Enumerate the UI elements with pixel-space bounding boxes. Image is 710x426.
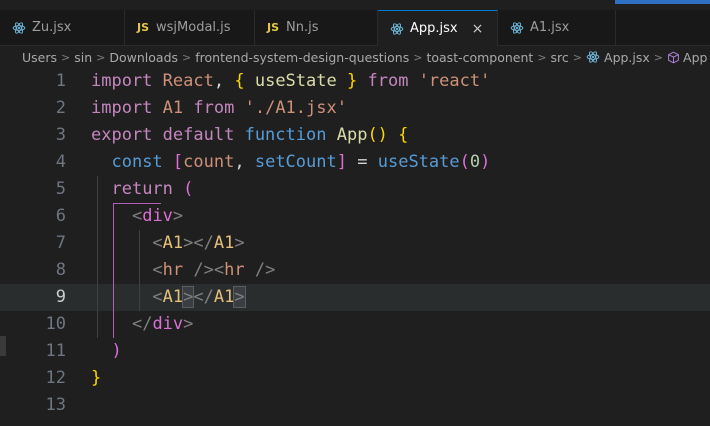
breadcrumb-item[interactable]: App.jsx xyxy=(604,50,650,65)
code-text: <div> xyxy=(131,206,184,226)
code-text: const [count, setCount] = useState(0) xyxy=(111,152,491,172)
js-icon: JS xyxy=(137,21,150,34)
indent-guide-active xyxy=(113,203,161,204)
line-number: 10 xyxy=(45,314,66,334)
code-text: <hr /><hr /> xyxy=(152,260,276,280)
tab-app-jsx[interactable]: App.jsx × xyxy=(378,10,498,46)
tab-label: Nn.js xyxy=(286,20,319,35)
line-number: 11 xyxy=(45,341,66,361)
chevron-right-icon: > xyxy=(572,50,583,64)
react-icon xyxy=(510,21,524,34)
js-icon: JS xyxy=(267,21,280,34)
line-number: 12 xyxy=(45,368,66,388)
breadcrumb-item[interactable]: src xyxy=(551,50,569,65)
chevron-right-icon: > xyxy=(61,50,71,64)
react-icon xyxy=(586,51,600,63)
code-text: ) xyxy=(111,341,122,361)
code-line: 11 ) xyxy=(0,338,710,365)
code-line: 3 export default function App() { xyxy=(0,122,710,149)
chevron-right-icon: > xyxy=(413,50,423,64)
editor-tab-bar: Zu.jsx JS wsjModal.js JS Nn.js App.jsx ×… xyxy=(0,10,710,46)
code-text: export default function App() { xyxy=(91,125,409,145)
breadcrumb-item[interactable]: toast-component xyxy=(426,50,533,65)
close-icon[interactable]: × xyxy=(472,21,484,37)
react-icon xyxy=(390,22,404,35)
tab-label: wsjModal.js xyxy=(156,20,231,35)
code-line: 8 <hr /><hr /> xyxy=(0,257,710,284)
line-number: 1 xyxy=(55,71,66,91)
breadcrumb-item[interactable]: App xyxy=(683,50,707,65)
code-line: 7 <A1></A1> xyxy=(0,230,710,257)
indent-guide xyxy=(139,230,140,311)
code-line: 6 <div> xyxy=(0,203,710,230)
code-text: </div> xyxy=(131,314,194,334)
code-line: 5 return ( xyxy=(0,176,710,203)
breadcrumb-item[interactable]: sin xyxy=(74,50,92,65)
tab-label: Zu.jsx xyxy=(32,20,72,35)
chevron-right-icon: > xyxy=(96,50,106,64)
tab-wsjmodal-js[interactable]: JS wsjModal.js xyxy=(125,10,255,45)
line-number: 13 xyxy=(45,395,66,415)
chevron-right-icon: > xyxy=(653,50,664,64)
code-line: 12 } xyxy=(0,365,710,392)
line-number: 3 xyxy=(55,125,66,145)
window-top-strip xyxy=(0,0,710,10)
code-line-current: 9 <A1></A1> xyxy=(0,284,710,311)
tab-zu-jsx[interactable]: Zu.jsx xyxy=(0,10,125,45)
indent-guide-active xyxy=(113,203,114,338)
line-number: 7 xyxy=(55,233,66,253)
tab-label: App.jsx xyxy=(410,21,458,36)
code-text: } xyxy=(91,368,102,388)
line-number: 9 xyxy=(55,287,66,307)
tab-nn-js[interactable]: JS Nn.js xyxy=(255,10,378,45)
chevron-right-icon: > xyxy=(182,50,192,64)
react-icon xyxy=(12,21,26,34)
code-text: <A1></A1> xyxy=(152,233,245,253)
code-text: <A1></A1> xyxy=(152,286,246,308)
code-line: 4 const [count, setCount] = useState(0) xyxy=(0,149,710,176)
breadcrumb-item[interactable]: Downloads xyxy=(109,50,178,65)
chevron-right-icon: > xyxy=(537,50,547,64)
line-number: 8 xyxy=(55,260,66,280)
tab-a1-jsx[interactable]: A1.jsx xyxy=(498,10,616,45)
code-line: 13 xyxy=(0,392,710,419)
code-text: return ( xyxy=(111,179,194,199)
code-line: 10 </div> xyxy=(0,311,710,338)
indent-guide xyxy=(97,176,98,338)
code-editor[interactable]: 1 import React, { useState } from 'react… xyxy=(0,68,710,426)
code-text: import A1 from './A1.jsx' xyxy=(91,98,347,118)
line-number: 5 xyxy=(55,179,66,199)
line-number: 2 xyxy=(55,98,66,118)
window-accent-bar xyxy=(615,0,710,4)
breadcrumb: Users > sin > Downloads > frontend-syste… xyxy=(0,46,710,68)
symbol-cube-icon xyxy=(668,51,679,63)
tab-label: A1.jsx xyxy=(530,20,570,35)
code-line: 1 import React, { useState } from 'react… xyxy=(0,68,710,95)
code-line: 2 import A1 from './A1.jsx' xyxy=(0,95,710,122)
line-number: 4 xyxy=(55,152,66,172)
breadcrumb-item[interactable]: frontend-system-design-questions xyxy=(195,50,409,65)
code-text: import React, { useState } from 'react' xyxy=(91,71,491,91)
breadcrumb-item[interactable]: Users xyxy=(22,50,57,65)
line-number: 6 xyxy=(55,206,66,226)
